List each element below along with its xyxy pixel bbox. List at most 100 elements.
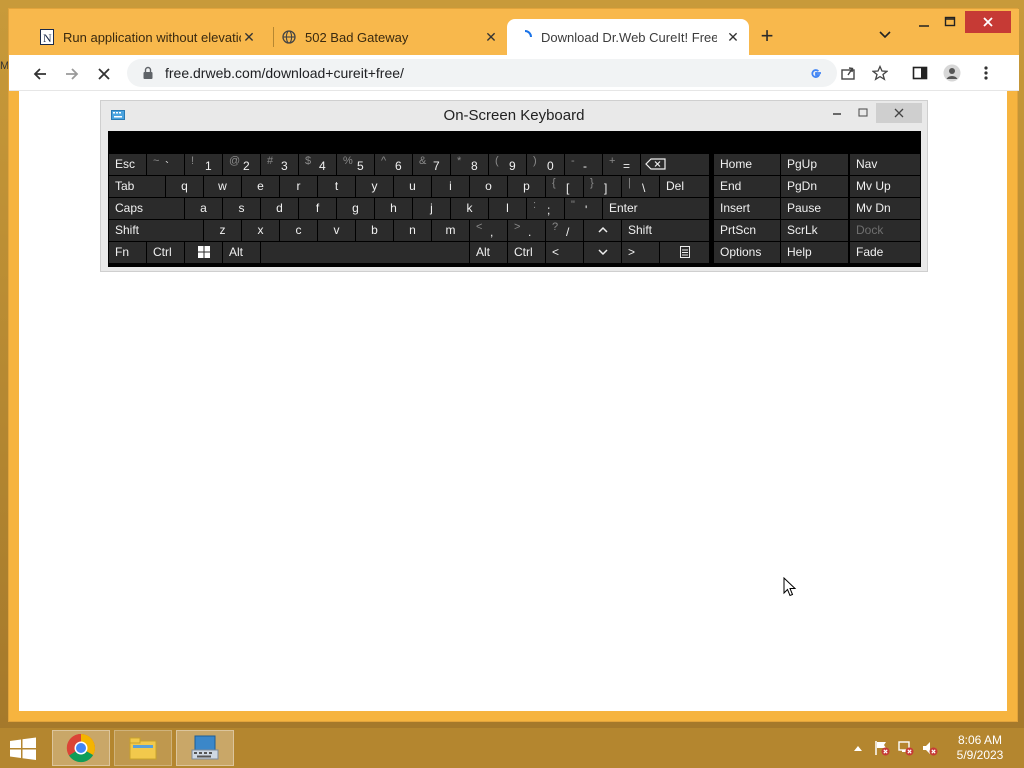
key-c[interactable]: c <box>280 220 317 241</box>
key-e[interactable]: e <box>242 176 279 197</box>
profile-avatar-icon[interactable] <box>941 62 963 84</box>
taskbar-chrome[interactable] <box>52 730 110 766</box>
key-left-ctrl[interactable]: Ctrl <box>147 242 184 263</box>
tab-run-application[interactable]: N Run application without elevation ✕ <box>29 19 265 55</box>
key-scrlk[interactable]: ScrLk <box>781 220 848 241</box>
key-w[interactable]: w <box>204 176 241 197</box>
key-fade[interactable]: Fade <box>850 242 920 263</box>
key-m[interactable]: m <box>432 220 469 241</box>
key-pgdn[interactable]: PgDn <box>781 176 848 197</box>
forward-button[interactable] <box>59 61 85 87</box>
key-3[interactable]: #3 <box>261 154 298 175</box>
key-0[interactable]: ) 0 <box>527 154 564 175</box>
key-mv-dn[interactable]: Mv Dn <box>850 198 920 219</box>
key-minus[interactable]: -- <box>565 154 602 175</box>
key-fn[interactable]: Fn <box>109 242 146 263</box>
key-semicolon[interactable]: :; <box>527 198 564 219</box>
key-d[interactable]: d <box>261 198 298 219</box>
key-pgup[interactable]: PgUp <box>781 154 848 175</box>
key-right-arrow[interactable]: > <box>622 242 659 263</box>
key-9[interactable]: (9 <box>489 154 526 175</box>
google-lens-icon[interactable] <box>807 65 825 83</box>
restore-button[interactable] <box>935 11 965 33</box>
key-q[interactable]: q <box>166 176 203 197</box>
tab-drweb-download[interactable]: Download Dr.Web CureIt! Free to ✕ <box>507 19 749 55</box>
key-comma[interactable]: <, <box>470 220 507 241</box>
key-i[interactable]: i <box>432 176 469 197</box>
key-f[interactable]: f <box>299 198 336 219</box>
key-t[interactable]: t <box>318 176 355 197</box>
key-backspace[interactable] <box>641 154 709 175</box>
taskbar-on-screen-keyboard[interactable] <box>176 730 234 766</box>
bookmark-star-icon[interactable] <box>869 62 891 84</box>
stop-loading-button[interactable] <box>91 61 117 87</box>
key-end[interactable]: End <box>714 176 780 197</box>
share-icon[interactable] <box>837 62 859 84</box>
key-windows[interactable] <box>185 242 222 263</box>
key-1[interactable]: ! 1 <box>185 154 222 175</box>
taskbar-file-explorer[interactable] <box>114 730 172 766</box>
key-up-arrow[interactable] <box>584 220 621 241</box>
key-p[interactable]: p <box>508 176 545 197</box>
key-b[interactable]: b <box>356 220 393 241</box>
key-right-ctrl[interactable]: Ctrl <box>508 242 545 263</box>
osk-minimize-button[interactable] <box>827 103 847 123</box>
close-tab-icon[interactable]: ✕ <box>241 29 257 45</box>
key-esc[interactable]: Esc <box>109 154 146 175</box>
osk-maximize-button[interactable] <box>853 103 873 123</box>
key-caps[interactable]: Caps <box>109 198 184 219</box>
key-z[interactable]: z <box>204 220 241 241</box>
key-context-menu[interactable] <box>660 242 709 263</box>
key-r[interactable]: r <box>280 176 317 197</box>
back-button[interactable] <box>27 61 53 87</box>
key-backtick[interactable]: ~ ` <box>147 154 184 175</box>
key-8[interactable]: * 8 <box>451 154 488 175</box>
close-tab-icon[interactable]: ✕ <box>483 29 499 45</box>
key-4[interactable]: $4 <box>299 154 336 175</box>
close-window-button[interactable] <box>965 11 1011 33</box>
key-dock[interactable]: Dock <box>850 220 920 241</box>
key-home[interactable]: Home <box>714 154 780 175</box>
osk-close-button[interactable] <box>876 103 922 123</box>
key-6[interactable]: ^ 6 <box>375 154 412 175</box>
key-help[interactable]: Help <box>781 242 848 263</box>
system-clock[interactable]: 8:06 AM 5/9/2023 <box>950 733 1010 763</box>
key-tab[interactable]: Tab <box>109 176 165 197</box>
tab-bad-gateway[interactable]: 502 Bad Gateway ✕ <box>271 19 507 55</box>
show-hidden-icons-button[interactable] <box>850 740 866 756</box>
key-k[interactable]: k <box>451 198 488 219</box>
key-insert[interactable]: Insert <box>714 198 780 219</box>
key-down-arrow[interactable] <box>584 242 621 263</box>
key-g[interactable]: g <box>337 198 374 219</box>
side-panel-icon[interactable] <box>909 62 931 84</box>
key-right-shift[interactable]: Shift <box>622 220 709 241</box>
key-options[interactable]: Options <box>714 242 780 263</box>
key-x[interactable]: x <box>242 220 279 241</box>
key-prtscn[interactable]: PrtScn <box>714 220 780 241</box>
network-icon[interactable] <box>898 740 914 756</box>
key-v[interactable]: v <box>318 220 355 241</box>
key-pause[interactable]: Pause <box>781 198 848 219</box>
key-a[interactable]: a <box>185 198 222 219</box>
volume-muted-icon[interactable] <box>922 740 938 756</box>
key-slash[interactable]: ? / <box>546 220 583 241</box>
key-space[interactable] <box>261 242 469 263</box>
tab-search-button[interactable] <box>875 27 895 47</box>
key-del[interactable]: Del <box>660 176 709 197</box>
start-button[interactable] <box>8 736 38 762</box>
key-mv-up[interactable]: Mv Up <box>850 176 920 197</box>
key-left-shift[interactable]: Shift <box>109 220 203 241</box>
key-left-arrow[interactable]: < <box>546 242 583 263</box>
key-7[interactable]: & 7 <box>413 154 450 175</box>
key-nav[interactable]: Nav <box>850 154 920 175</box>
key-enter[interactable]: Enter <box>603 198 709 219</box>
key-s[interactable]: s <box>223 198 260 219</box>
key-backslash[interactable]: | \ <box>622 176 659 197</box>
key-left-alt[interactable]: Alt <box>223 242 260 263</box>
close-tab-icon[interactable]: ✕ <box>725 29 741 45</box>
key-5[interactable]: % 5 <box>337 154 374 175</box>
key-y[interactable]: y <box>356 176 393 197</box>
action-center-flag-icon[interactable] <box>874 740 890 756</box>
key-u[interactable]: u <box>394 176 431 197</box>
key-equals[interactable]: + = <box>603 154 640 175</box>
